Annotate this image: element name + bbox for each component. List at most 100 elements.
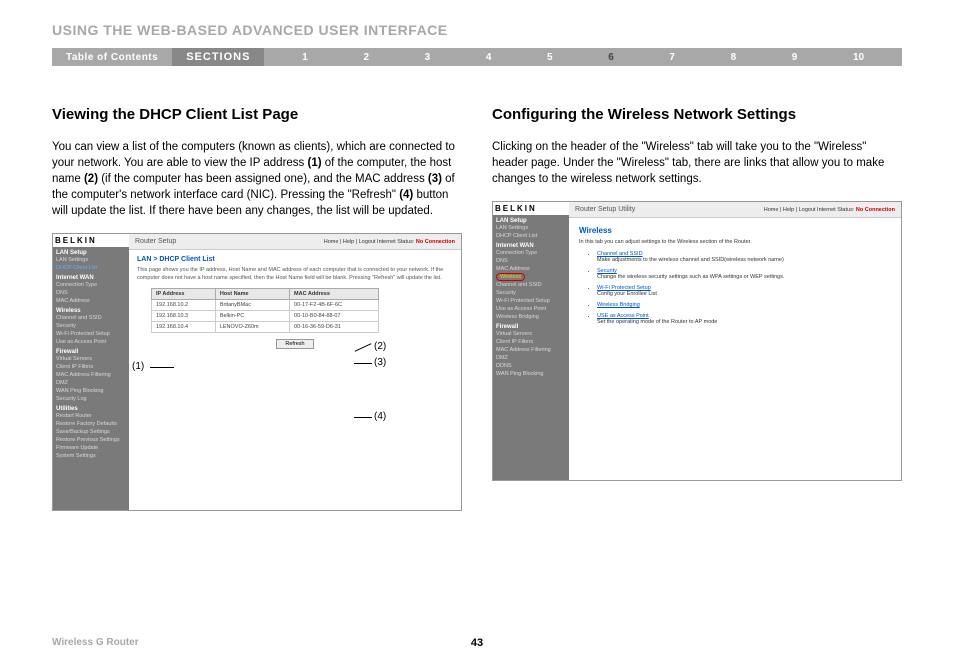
table-row: 192.168.10.3Belkin-PC00-10-B0-84-88-07 — [152, 310, 379, 321]
section-numbers: 1 2 3 4 5 6 7 8 9 10 — [264, 52, 902, 63]
section-1[interactable]: 1 — [302, 52, 308, 63]
link-desc: Config your Enrollee List — [597, 291, 657, 297]
no-connection: No Connection — [416, 239, 455, 245]
section-8[interactable]: 8 — [731, 52, 737, 63]
sidebar-item[interactable]: DDNS — [496, 362, 566, 370]
page-description: This page shows you the IP address, Host… — [137, 267, 453, 281]
sidebar-item[interactable]: Channel and SSID — [496, 281, 566, 289]
page-footer: Wireless G Router 43 — [52, 637, 902, 648]
brand-logo: BELKIN — [53, 234, 129, 247]
sidebar-item[interactable]: Security — [496, 289, 566, 297]
table-row: 192.168.10.4LENOVO-Z60m00-16-36-59-D6-31 — [152, 321, 379, 332]
sidebar-item[interactable]: DNS — [496, 257, 566, 265]
sidebar-item[interactable]: Save/Backup Settings — [56, 428, 126, 436]
sidebar-item[interactable]: Virtual Servers — [56, 355, 126, 363]
cell: LENOVO-Z60m — [215, 321, 289, 332]
section-5[interactable]: 5 — [547, 52, 553, 63]
sidebar-item[interactable]: DHCP Client List — [56, 264, 126, 272]
left-column: Viewing the DHCP Client List Page You ca… — [52, 106, 462, 511]
cell: 192.168.10.2 — [152, 299, 216, 310]
sidebar-item[interactable]: WAN Ping Blocking — [56, 387, 126, 395]
cell: Belkin-PC — [215, 310, 289, 321]
right-column: Configuring the Wireless Network Setting… — [492, 106, 902, 511]
right-heading: Configuring the Wireless Network Setting… — [492, 106, 902, 123]
list-item: Wireless Bridging — [597, 302, 891, 308]
list-item: Channel and SSIDMake adjustments to the … — [597, 251, 891, 263]
wireless-link-list: Channel and SSIDMake adjustments to the … — [597, 251, 891, 325]
top-links: Home | Help | Logout Internet Status: No… — [764, 207, 895, 213]
sidebar-item[interactable]: MAC Address — [496, 265, 566, 273]
page-header: USING THE WEB-BASED ADVANCED USER INTERF… — [52, 22, 902, 38]
sidebar-item[interactable]: Virtual Servers — [496, 330, 566, 338]
top-links: Home | Help | Logout Internet Status: No… — [324, 239, 455, 245]
sidebar-item[interactable]: Security — [56, 322, 126, 330]
section-2[interactable]: 2 — [363, 52, 369, 63]
sidebar-item[interactable]: Use as Access Point — [496, 305, 566, 313]
sidebar-item[interactable]: DHCP Client List — [496, 232, 566, 240]
section-4[interactable]: 4 — [486, 52, 492, 63]
link[interactable]: Wireless Bridging — [597, 302, 891, 308]
cell: 192.168.10.4 — [152, 321, 216, 332]
screenshot-main: Router Setup Home | Help | Logout Intern… — [129, 234, 461, 510]
annotation-line — [150, 367, 174, 368]
sidebar-item[interactable]: Wi-Fi Protected Setup — [56, 330, 126, 338]
sidebar-item[interactable]: DMZ — [56, 379, 126, 387]
sidebar-item[interactable]: DMZ — [496, 354, 566, 362]
annotation-4: (4) — [374, 411, 386, 422]
page-number: 43 — [471, 637, 483, 649]
annotation-2: (2) — [374, 341, 386, 352]
section-3[interactable]: 3 — [425, 52, 431, 63]
sidebar-item[interactable]: Use as Access Point — [56, 338, 126, 346]
sidebar-item[interactable]: WAN Ping Blocking — [496, 370, 566, 378]
sidebar-item[interactable]: LAN Settings — [56, 256, 126, 264]
link-desc: Make adjustments to the wireless channel… — [597, 257, 784, 263]
list-item: USE as Access PointSet the operating mod… — [597, 313, 891, 325]
list-item: Wi-Fi Protected SetupConfig your Enrolle… — [597, 285, 891, 297]
cell: BritanyBMac — [215, 299, 289, 310]
section-9[interactable]: 9 — [792, 52, 798, 63]
section-6[interactable]: 6 — [608, 52, 614, 63]
link-desc: Change the wireless security settings su… — [597, 274, 785, 280]
sidebar-item[interactable]: MAC Address — [56, 297, 126, 305]
annotation-line — [354, 363, 372, 364]
sidebar-item[interactable]: Wireless Bridging — [496, 313, 566, 321]
brand-logo: BELKIN — [493, 202, 569, 215]
right-paragraph: Clicking on the header of the "Wireless"… — [492, 139, 902, 187]
annotation-1: (1) — [132, 361, 144, 372]
section-7[interactable]: 7 — [669, 52, 675, 63]
sidebar-item[interactable]: Connection Type — [56, 281, 126, 289]
no-connection: No Connection — [856, 207, 895, 213]
sidebar-item[interactable]: Restore Factory Defaults — [56, 420, 126, 428]
section-nav: Table of Contents SECTIONS 1 2 3 4 5 6 7… — [52, 48, 902, 66]
wireless-desc: In this tab you can adjust settings to t… — [579, 239, 891, 245]
toc-link[interactable]: Table of Contents — [52, 52, 172, 63]
annotation-line — [354, 417, 372, 418]
refresh-button[interactable]: Refresh — [276, 339, 313, 349]
breadcrumb: LAN > DHCP Client List — [137, 256, 453, 263]
sidebar-item[interactable]: Channel and SSID — [56, 314, 126, 322]
dhcp-table: IP Address Host Name MAC Address 192.168… — [151, 288, 379, 333]
sidebar-item[interactable]: Client IP Filters — [56, 363, 126, 371]
wireless-header: Wireless — [579, 226, 891, 235]
sidebar-item[interactable]: Restore Previous Settings — [56, 436, 126, 444]
sidebar-item[interactable]: System Settings — [56, 452, 126, 460]
sidebar-item[interactable]: Client IP Filters — [496, 338, 566, 346]
section-10[interactable]: 10 — [853, 52, 864, 63]
sidebar-item[interactable]: Wi-Fi Protected Setup — [496, 297, 566, 305]
sidebar-item[interactable]: MAC Address Filtering — [496, 346, 566, 354]
table-row: 192.168.10.2BritanyBMac00-17-F2-4B-6F-6C — [152, 299, 379, 310]
sidebar-item[interactable]: Firmware Update — [56, 444, 126, 452]
sidebar: BELKIN LAN Setup LAN Settings DHCP Clien… — [53, 234, 129, 510]
cell: 00-16-36-59-D6-31 — [290, 321, 378, 332]
sidebar-item[interactable]: Restart Router — [56, 412, 126, 420]
sidebar-item[interactable]: LAN Settings — [496, 224, 566, 232]
cell: 192.168.10.3 — [152, 310, 216, 321]
sidebar-item[interactable]: MAC Address Filtering — [56, 371, 126, 379]
sidebar-item[interactable]: Security Log — [56, 395, 126, 403]
screenshot-main: Router Setup Utility Home | Help | Logou… — [569, 202, 901, 480]
sidebar-item[interactable]: Connection Type — [496, 249, 566, 257]
sidebar-wireless-circled[interactable]: Wireless — [496, 273, 525, 281]
router-setup-title: Router Setup — [135, 238, 176, 245]
sections-label: SECTIONS — [172, 48, 264, 66]
sidebar-item[interactable]: DNS — [56, 289, 126, 297]
